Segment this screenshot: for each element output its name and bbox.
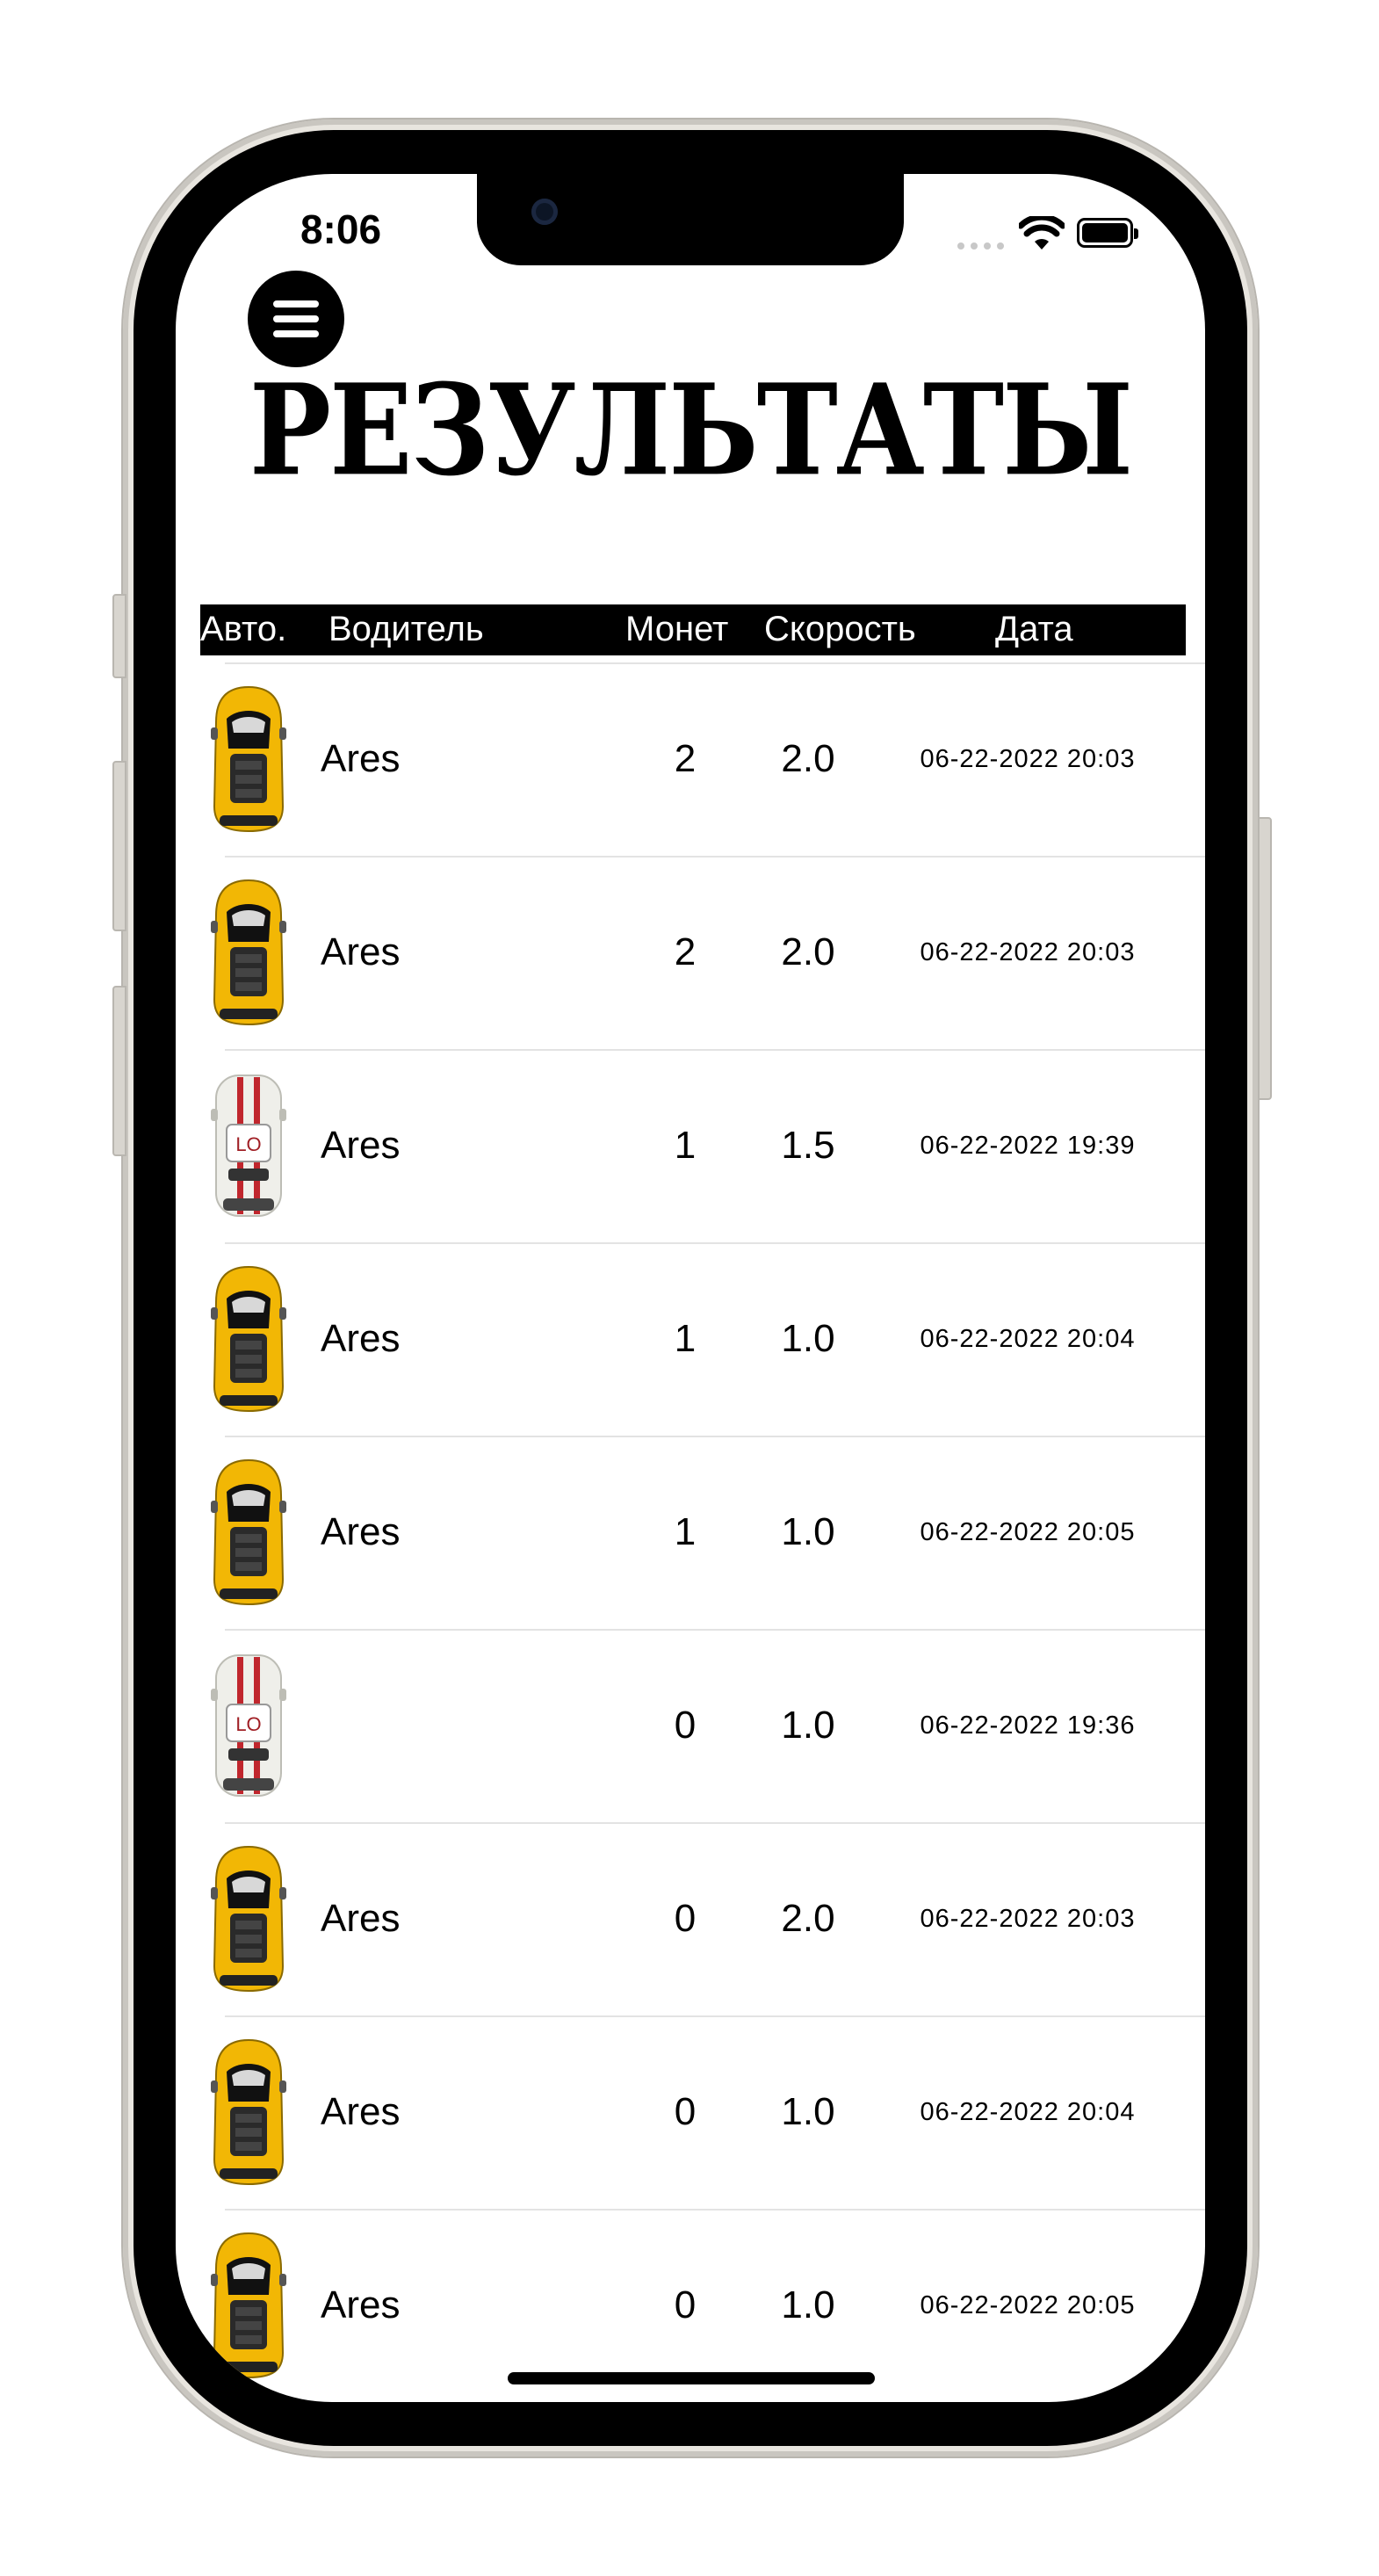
coins-value: 1 — [674, 1510, 697, 1553]
header-driver: Водитель — [329, 610, 484, 648]
notch — [477, 174, 904, 265]
driver-name: Ares — [321, 1510, 401, 1553]
driver-name: Ares — [321, 2283, 401, 2326]
table-row[interactable]: Ares 0 1.0 06-22-2022 20:04 — [176, 2015, 1205, 2209]
driver-name: Ares — [321, 1317, 401, 1360]
speed-value: 1.5 — [781, 1124, 835, 1167]
driver-name: Ares — [321, 930, 401, 973]
driver-name: Ares — [321, 737, 401, 780]
app-screen: 8:06 РЕЗУЛЬТАТЫ Авто. Водитель Монет Ско… — [176, 174, 1205, 2402]
coins-value: 2 — [674, 737, 697, 780]
date-value: 06-22-2022 20:05 — [920, 1518, 1136, 1546]
car-badge: LO — [235, 1713, 261, 1735]
table-row[interactable]: Ares 2 2.0 06-22-2022 20:03 — [176, 662, 1205, 856]
yellow-race-car-icon — [211, 2038, 286, 2186]
hamburger-line — [273, 300, 319, 308]
wifi-icon — [1019, 216, 1065, 250]
table-row[interactable]: Ares 0 2.0 06-22-2022 20:03 — [176, 1822, 1205, 2015]
table-row[interactable]: Ares 1 1.0 06-22-2022 20:04 — [176, 1242, 1205, 1436]
table-row[interactable]: LO Ares 1 1.5 06-22-2022 19:39 — [176, 1049, 1205, 1242]
date-value: 06-22-2022 19:39 — [920, 1132, 1136, 1160]
driver-name: Ares — [321, 2090, 401, 2133]
yellow-race-car-icon — [211, 2232, 286, 2379]
driver-name: Ares — [321, 1124, 401, 1167]
date-value: 06-22-2022 20:04 — [920, 1325, 1136, 1353]
speed-value: 2.0 — [781, 737, 835, 780]
power-button — [1258, 817, 1272, 1100]
coins-value: 1 — [674, 1317, 697, 1360]
speed-value: 1.0 — [781, 2090, 835, 2133]
date-value: 06-22-2022 20:05 — [920, 2291, 1136, 2319]
date-value: 06-22-2022 20:03 — [920, 938, 1136, 966]
white-race-car-icon: LO — [211, 1654, 286, 1797]
coins-value: 0 — [674, 2090, 697, 2133]
menu-button[interactable] — [248, 271, 344, 367]
yellow-race-car-icon — [211, 1845, 286, 1993]
table-row[interactable]: Ares 2 2.0 06-22-2022 20:03 — [176, 856, 1205, 1049]
date-value: 06-22-2022 20:03 — [920, 745, 1136, 773]
date-value: 06-22-2022 20:03 — [920, 1905, 1136, 1933]
silent-switch — [112, 594, 126, 678]
white-race-car-icon: LO — [211, 1075, 286, 1217]
header-date: Дата — [995, 610, 1073, 648]
volume-up-button — [112, 761, 126, 931]
front-camera — [531, 199, 558, 225]
coins-value: 0 — [674, 1704, 697, 1747]
header-speed: Скорость — [764, 610, 916, 648]
speed-value: 1.0 — [781, 1704, 835, 1747]
hamburger-line — [273, 330, 319, 337]
date-value: 06-22-2022 19:36 — [920, 1711, 1136, 1740]
cellular-signal-icon — [957, 242, 1004, 250]
car-badge: LO — [235, 1133, 261, 1155]
coins-value: 0 — [674, 1897, 697, 1940]
speed-value: 1.0 — [781, 1510, 835, 1553]
coins-value: 1 — [674, 1124, 697, 1167]
header-coins: Монет — [625, 610, 729, 648]
speed-value: 1.0 — [781, 1317, 835, 1360]
table-row[interactable]: LO 0 1.0 06-22-2022 19:36 — [176, 1629, 1205, 1822]
date-value: 06-22-2022 20:04 — [920, 2098, 1136, 2126]
battery-icon — [1077, 218, 1138, 248]
yellow-race-car-icon — [211, 1265, 286, 1413]
table-header: Авто. Водитель Монет Скорость Дата — [200, 604, 1186, 655]
header-car: Авто. — [200, 610, 287, 648]
page-title: РЕЗУЛЬТАТЫ — [249, 358, 1133, 504]
yellow-race-car-icon — [211, 879, 286, 1026]
coins-value: 2 — [674, 930, 697, 973]
speed-value: 2.0 — [781, 1897, 835, 1940]
volume-down-button — [112, 986, 126, 1156]
home-indicator[interactable] — [508, 2372, 875, 2384]
driver-name: Ares — [321, 1897, 401, 1940]
speed-value: 2.0 — [781, 930, 835, 973]
yellow-race-car-icon — [211, 685, 286, 833]
results-list[interactable]: Ares 2 2.0 06-22-2022 20:03 Ares 2 2.0 0… — [176, 662, 1205, 2402]
table-row[interactable]: Ares 1 1.0 06-22-2022 20:05 — [176, 1436, 1205, 1629]
hamburger-line — [273, 315, 319, 322]
yellow-race-car-icon — [211, 1458, 286, 1606]
status-time: 8:06 — [300, 206, 382, 252]
